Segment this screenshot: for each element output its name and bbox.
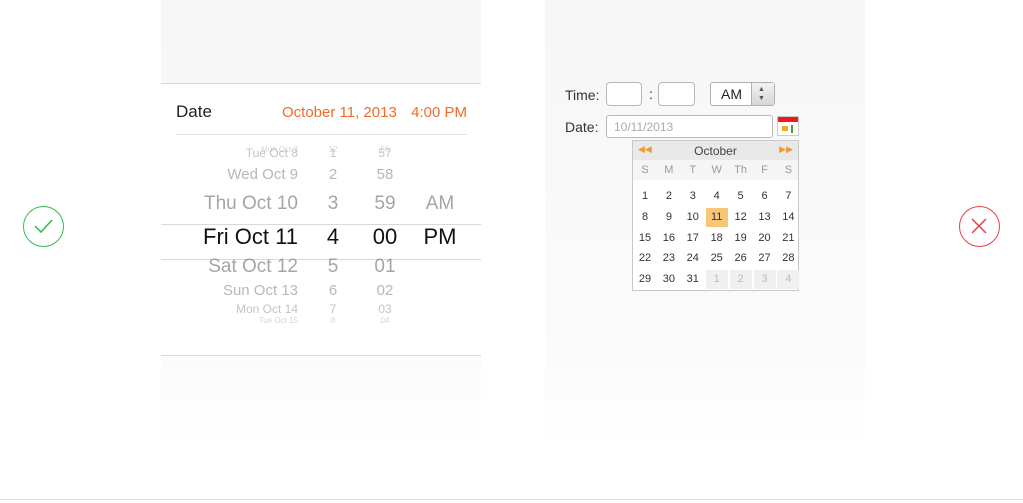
wheel-day: Tue Oct 8: [245, 146, 298, 160]
wheel-minute: 01: [374, 256, 396, 277]
weekday-header: S: [641, 164, 649, 176]
weekday-header: W: [711, 164, 722, 176]
calendar-day[interactable]: 31: [682, 270, 704, 289]
calendar-day[interactable]: 16: [658, 229, 680, 248]
wheel-ampm: PM: [423, 224, 457, 249]
wheel-hour: 7: [329, 302, 337, 316]
calendar-day[interactable]: 6: [754, 187, 776, 206]
calendar-day[interactable]: 29: [634, 270, 656, 289]
date-time-wheel[interactable]: Mon Oct 7 12 56 Tue Oct 8 1 57 Wed Oct 9 2 58 Thu…: [161, 146, 481, 331]
calendar-day[interactable]: 9: [658, 208, 680, 227]
calendar-day[interactable]: 17: [682, 229, 704, 248]
hour-input[interactable]: [606, 82, 642, 106]
weekday-header: F: [761, 164, 768, 176]
calendar-day[interactable]: 19: [730, 229, 752, 248]
wheel-hour: 4: [326, 224, 340, 249]
calendar-day[interactable]: 4: [706, 187, 728, 206]
weekday-header: Th: [734, 164, 748, 176]
wheel-ampm: AM: [425, 193, 455, 214]
calendar-day[interactable]: 25: [706, 249, 728, 268]
weekday-header: S: [784, 164, 793, 176]
calendar-day[interactable]: 11: [705, 207, 728, 227]
down-arrow-icon: ▼: [758, 95, 765, 102]
ios-picker-header: Date October 11, 2013 4:00 PM: [176, 84, 467, 135]
calendar-day[interactable]: 30: [658, 270, 680, 289]
selected-date[interactable]: October 11, 2013: [282, 104, 397, 121]
wheel-hour: 6: [328, 282, 338, 299]
calendar-day[interactable]: 8: [634, 208, 656, 227]
calendar-day[interactable]: 3: [682, 187, 704, 206]
calendar-day[interactable]: 24: [682, 249, 704, 268]
wheel-day: Sun Oct 13: [222, 282, 298, 299]
wheel-minute: 58: [376, 166, 394, 183]
up-arrow-icon: ▲: [758, 86, 765, 93]
calendar-day[interactable]: 2: [729, 270, 752, 290]
calendar-day[interactable]: 3: [753, 270, 776, 290]
calendar-day[interactable]: 1: [634, 187, 656, 206]
weekday-header: T: [689, 164, 697, 176]
calendar-day[interactable]: 28: [777, 249, 799, 268]
double-right-arrow-icon[interactable]: ▶▶: [779, 144, 793, 155]
calendar-day[interactable]: 20: [754, 229, 776, 248]
x-icon: [959, 206, 1000, 247]
wheel-minute: 00: [372, 224, 398, 249]
calendar-day[interactable]: 23: [658, 249, 680, 268]
date-placeholder: 10/11/2013: [614, 120, 674, 134]
wheel-day: Wed Oct 9: [227, 166, 298, 183]
wheel-hour: 5: [327, 256, 339, 277]
calendar-day[interactable]: 13: [754, 208, 776, 227]
calendar-icon[interactable]: [777, 116, 799, 136]
checkmark-icon: [23, 206, 64, 247]
calendar-day[interactable]: 2: [658, 187, 680, 206]
calendar-day[interactable]: 22: [634, 249, 656, 268]
wheel-hour: 8: [330, 316, 336, 325]
calendar-day[interactable]: 15: [634, 229, 656, 248]
calendar-day[interactable]: 12: [730, 208, 752, 227]
wheel-hour: 2: [328, 166, 338, 183]
calendar-day[interactable]: 7: [777, 187, 799, 206]
date-label: Date: [176, 102, 212, 121]
wheel-day: Fri Oct 11: [203, 224, 298, 249]
calendar-day[interactable]: 5: [730, 187, 752, 206]
calendar-day[interactable]: 1: [705, 270, 728, 290]
ios-date-picker-card: Date October 11, 2013 4:00 PM Mon Oct 71…: [161, 83, 481, 356]
date-input[interactable]: 10/11/2013: [606, 115, 773, 138]
calendar-day[interactable]: 18: [706, 229, 728, 248]
wheel-day: Tue Oct 15: [258, 316, 298, 325]
wheel-minute: 57: [378, 146, 392, 160]
classic-picker-panel: Time: : AM ▲ ▼ Date: 10/11/2013 ◀◀ Octob…: [545, 0, 865, 450]
calendar-popup: ◀◀ October ▶▶ S M T W Th F S 1 2 3 4 5 6 7 8 9 10 11 12 13…: [632, 140, 800, 291]
ampm-spinner[interactable]: ▲ ▼: [751, 83, 774, 105]
ampm-value: AM: [721, 86, 742, 102]
wheel-minute: 03: [378, 302, 392, 316]
date-label-right: Date:: [565, 119, 599, 135]
wheel-day: Sat Oct 12: [208, 256, 298, 277]
wheel-hour: 3: [327, 193, 339, 214]
calendar-day[interactable]: 27: [754, 249, 776, 268]
wheel-day: Thu Oct 10: [204, 193, 298, 214]
calendar-day[interactable]: 21: [777, 229, 799, 248]
wheel-day: Mon Oct 14: [235, 302, 298, 316]
wheel-minute: 04: [380, 316, 390, 325]
time-colon: :: [649, 86, 653, 102]
minute-input[interactable]: [658, 82, 695, 106]
calendar-month: October: [694, 144, 737, 158]
wheel-minute: 59: [374, 193, 396, 214]
ios-picker-panel: Date October 11, 2013 4:00 PM Mon Oct 71…: [161, 0, 481, 450]
selected-time[interactable]: 4:00 PM: [411, 104, 467, 121]
calendar-day[interactable]: 26: [730, 249, 752, 268]
wheel-hour: 1: [329, 146, 337, 160]
calendar-day[interactable]: 14: [777, 208, 799, 227]
calendar-day[interactable]: 10: [682, 208, 704, 227]
bottom-divider: [0, 499, 1023, 500]
time-label: Time:: [565, 87, 600, 103]
calendar-header: ◀◀ October ▶▶: [633, 141, 798, 160]
ampm-select[interactable]: AM ▲ ▼: [710, 82, 775, 106]
calendar-weekday-row: S M T W Th F S: [633, 160, 798, 180]
wheel-minute: 02: [376, 282, 394, 299]
calendar-day[interactable]: 4: [777, 270, 800, 290]
weekday-header: M: [664, 164, 674, 176]
